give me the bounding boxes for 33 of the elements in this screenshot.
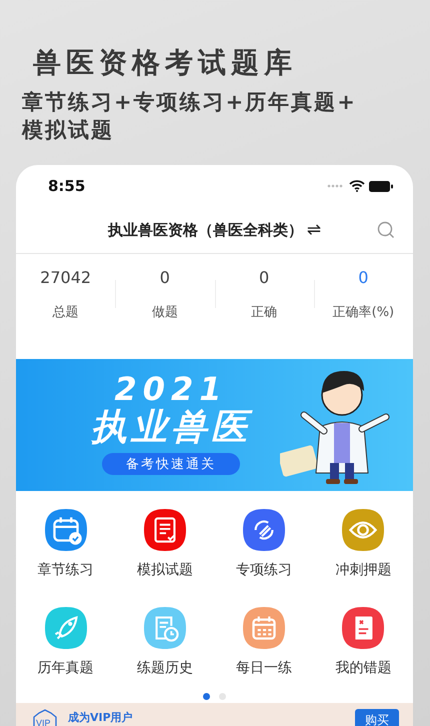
menu-item[interactable]: 章节练习 [16, 509, 116, 591]
promo-subtitle: 模拟试题 [22, 117, 115, 144]
banner-headline: 执业兽医 [91, 407, 251, 449]
clock-time: 8:55 [48, 177, 86, 195]
menu-item[interactable]: 每日一练 [214, 607, 314, 689]
promo-subtitle: 章节练习+专项练习+历年真题+ [22, 89, 358, 116]
menu-item[interactable]: 专项练习 [214, 509, 314, 591]
banner-tagline: 备考快速通关 [102, 453, 240, 475]
search-icon[interactable] [377, 221, 395, 239]
menu-item[interactable]: 我的错题 [314, 607, 413, 689]
stat-value: 0 [358, 268, 368, 287]
stat-value: 0 [160, 268, 170, 287]
battery-icon [369, 180, 393, 192]
menu-item[interactable]: 练题历史 [115, 607, 214, 689]
switch-course-button[interactable]: ⇌ [306, 220, 322, 240]
stat-label: 总题 [52, 304, 79, 321]
course-title: 执业兽医资格（兽医全科类） [108, 220, 303, 240]
cellular-signal-icon [327, 184, 345, 188]
promo-title: 兽医资格考试题库 [33, 46, 298, 80]
stat-label: 做题 [152, 304, 178, 321]
stat-value: 27042 [40, 268, 92, 287]
page-dot[interactable] [219, 692, 226, 700]
stat-label: 正确率(%) [332, 304, 394, 321]
stat-value: 0 [259, 268, 270, 287]
buy-button[interactable]: 购买 [355, 709, 399, 726]
menu-item[interactable]: 历年真题 [16, 607, 116, 689]
menu-item[interactable]: 模拟试题 [115, 509, 214, 591]
vip-title: 成为VIP用户 [68, 710, 133, 725]
page-dot[interactable] [203, 692, 210, 700]
banner-year: 2021 [114, 371, 228, 407]
wifi-icon [349, 180, 365, 192]
menu-item[interactable]: 冲刺押题 [314, 509, 413, 591]
stat-label: 正确 [251, 304, 278, 321]
